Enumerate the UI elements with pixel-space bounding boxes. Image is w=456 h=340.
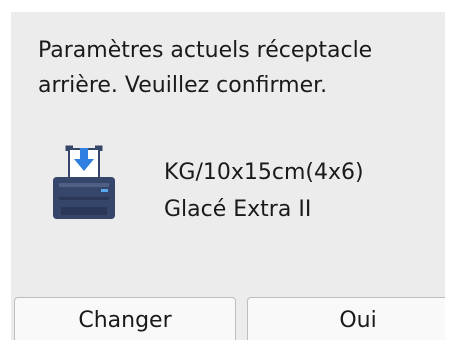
change-button-label: Changer [78,308,172,333]
ok-button-label: Oui [339,308,377,333]
message-line-2: arrière. Veuillez confirmer. [38,73,328,98]
message-line-1: Paramètres actuels réceptacle [38,38,373,63]
media-settings: KG/10x15cm(4x6) Glacé Extra II [164,154,364,228]
confirmation-screen: Paramètres actuels réceptacle arrière. V… [11,12,445,340]
confirmation-message: Paramètres actuels réceptacle arrière. V… [38,33,438,103]
paper-type: Glacé Extra II [164,197,312,222]
ok-button[interactable]: Oui [247,297,445,340]
printer-rear-tray-icon [49,145,119,223]
change-button[interactable]: Changer [14,297,236,340]
paper-size: KG/10x15cm(4x6) [164,160,364,185]
